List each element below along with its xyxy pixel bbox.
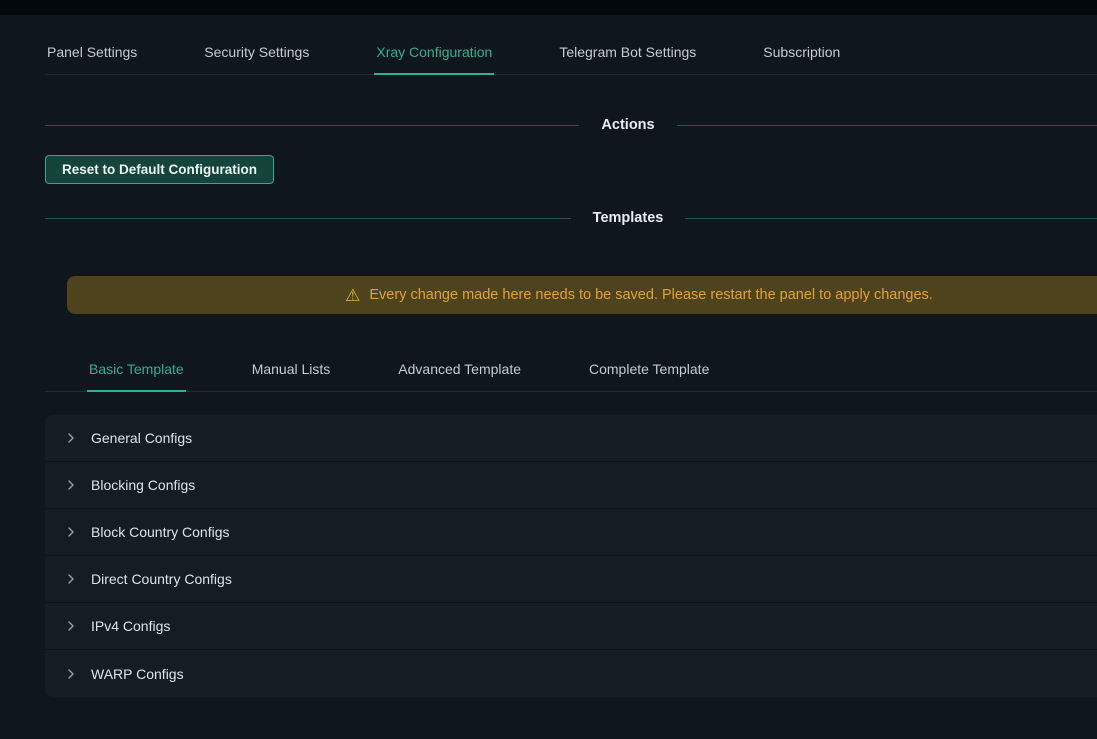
accordion-label: IPv4 Configs	[91, 618, 170, 634]
tab-subscription[interactable]: Subscription	[761, 31, 842, 74]
accordion-blocking-configs[interactable]: Blocking Configs	[45, 462, 1097, 509]
settings-page: Panel Settings Security Settings Xray Co…	[45, 31, 1097, 697]
divider-line	[45, 218, 571, 219]
templates-divider-label: Templates	[571, 210, 686, 226]
chevron-right-icon	[65, 668, 77, 680]
divider-line	[677, 125, 1097, 126]
tab-manual-lists[interactable]: Manual Lists	[250, 348, 333, 391]
accordion-label: Direct Country Configs	[91, 571, 232, 587]
chevron-right-icon	[65, 479, 77, 491]
warning-text: Every change made here needs to be saved…	[369, 287, 932, 303]
template-tabs: Basic Template Manual Lists Advanced Tem…	[45, 348, 1097, 392]
accordion-direct-country-configs[interactable]: Direct Country Configs	[45, 556, 1097, 603]
accordion-block-country-configs[interactable]: Block Country Configs	[45, 509, 1097, 556]
accordion-label: General Configs	[91, 430, 192, 446]
settings-tabs: Panel Settings Security Settings Xray Co…	[45, 31, 1097, 75]
divider-line	[685, 218, 1097, 219]
tab-complete-template[interactable]: Complete Template	[587, 348, 711, 391]
reset-default-config-button[interactable]: Reset to Default Configuration	[45, 155, 274, 184]
warning-triangle-icon: ⚠	[345, 287, 360, 304]
top-navbar	[0, 0, 1097, 15]
template-accordion: General Configs Blocking Configs Block C…	[45, 415, 1097, 697]
warning-banner: ⚠ Every change made here needs to be sav…	[67, 276, 1097, 314]
actions-divider: Actions	[45, 117, 1097, 133]
chevron-right-icon	[65, 526, 77, 538]
accordion-general-configs[interactable]: General Configs	[45, 415, 1097, 462]
tab-advanced-template[interactable]: Advanced Template	[396, 348, 523, 391]
tab-security-settings[interactable]: Security Settings	[202, 31, 311, 74]
accordion-warp-configs[interactable]: WARP Configs	[45, 650, 1097, 697]
accordion-ipv4-configs[interactable]: IPv4 Configs	[45, 603, 1097, 650]
tab-xray-configuration[interactable]: Xray Configuration	[374, 31, 494, 74]
tab-basic-template[interactable]: Basic Template	[87, 348, 186, 391]
accordion-label: WARP Configs	[91, 666, 184, 682]
accordion-label: Blocking Configs	[91, 477, 195, 493]
chevron-right-icon	[65, 573, 77, 585]
divider-line	[45, 125, 579, 126]
tab-panel-settings[interactable]: Panel Settings	[45, 31, 139, 74]
chevron-right-icon	[65, 620, 77, 632]
templates-divider: Templates	[45, 210, 1097, 226]
chevron-right-icon	[65, 432, 77, 444]
accordion-label: Block Country Configs	[91, 524, 230, 540]
tab-telegram-bot-settings[interactable]: Telegram Bot Settings	[557, 31, 698, 74]
actions-divider-label: Actions	[579, 117, 676, 133]
